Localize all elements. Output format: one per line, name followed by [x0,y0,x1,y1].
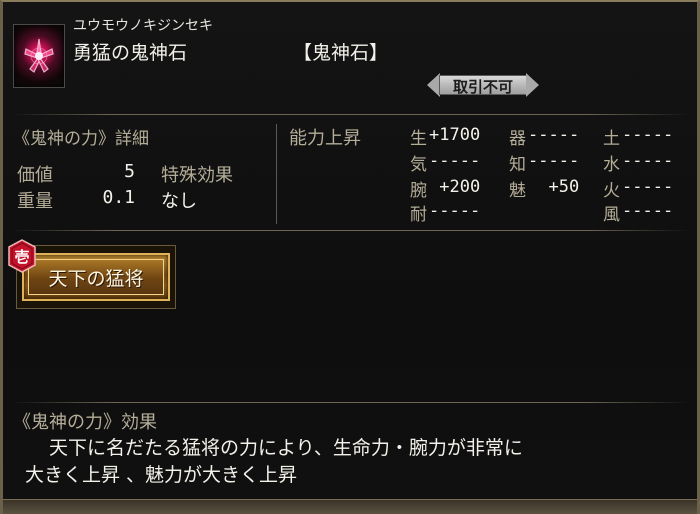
rank-label: 壱 [14,248,30,266]
ability-life-value: +1700 [429,125,481,145]
ability-earth-value: ----- [622,125,674,145]
ability-ki-label: 気 [410,155,427,175]
effect-description-line-2: 大きく上昇 、魅力が大きく上昇 [25,464,298,486]
value-number: 5 [124,161,135,182]
ability-intellect-value: ----- [528,151,580,171]
ability-charm-label: 魅 [509,181,526,201]
ability-endurance-value: ----- [429,201,481,221]
ability-fire-value: ----- [622,177,674,197]
effect-title: 《鬼神の力》効果 [13,412,157,433]
effect-description-line-1: 天下に名だたる猛将の力により、生命力・腕力が非常に [49,437,523,459]
ability-water-label: 水 [603,155,620,175]
special-effect-value: なし [161,191,197,212]
title-plaque-frame: 天下の猛将 [16,245,176,309]
ability-intellect-label: 知 [509,155,526,175]
ability-ki-value: ----- [429,151,481,171]
header-divider [11,114,689,115]
weight-number: 0.1 [102,187,135,208]
ability-charm-value: +50 [528,177,580,197]
item-tooltip-window: ユウモウノキジンセキ 勇猛の鬼神石 【鬼神石】 取引不可 《鬼神の力》詳細 価値… [0,0,700,514]
ability-dexterity-label: 器 [509,129,526,149]
value-label: 価値 [17,165,53,186]
effect-divider [11,402,689,403]
item-reading: ユウモウノキジンセキ [73,18,213,34]
item-category: 【鬼神石】 [293,42,389,64]
ability-earth-label: 土 [603,129,620,149]
ability-arm-value: +200 [429,177,481,197]
flower-gem-icon [13,24,65,88]
special-effect-label: 特殊効果 [161,165,233,186]
ability-life-label: 生 [410,129,427,149]
ability-arm-label: 腕 [410,181,427,201]
ability-wind-label: 風 [603,205,620,225]
window-bottom-border [3,499,697,514]
title-plaque: 天下の猛将 [22,253,170,301]
section-divider [276,124,277,224]
ability-dexterity-value: ----- [528,125,580,145]
title-plaque-label: 天下の猛将 [48,268,144,290]
stats-divider [11,230,689,231]
ability-fire-label: 火 [603,181,620,201]
details-title: 《鬼神の力》詳細 [13,129,149,149]
ability-water-value: ----- [622,151,674,171]
item-name: 勇猛の鬼神石 [73,42,188,64]
ability-endurance-label: 耐 [410,205,427,225]
ability-wind-value: ----- [622,201,674,221]
weight-label: 重量 [17,191,53,212]
trade-status-badge: 取引不可 [427,73,539,97]
ability-title: 能力上昇 [289,128,361,149]
rank-badge: 壱 [7,239,37,273]
trade-status-label: 取引不可 [452,78,513,96]
